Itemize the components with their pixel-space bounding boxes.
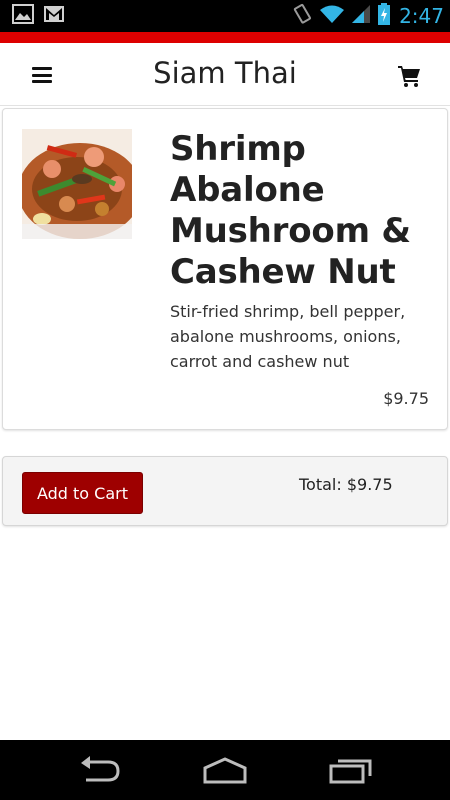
app-header: Siam Thai	[0, 43, 450, 106]
back-icon[interactable]	[78, 756, 122, 789]
cart-icon[interactable]	[398, 65, 422, 87]
battery-charging-icon	[377, 2, 391, 30]
menu-item-card: Shrimp Abalone Mushroom & Cashew Nut Sti…	[2, 108, 448, 430]
gallery-icon	[12, 3, 34, 29]
recent-apps-icon[interactable]	[328, 756, 374, 789]
status-bar: 2:47	[0, 0, 450, 32]
item-description: Stir-fried shrimp, bell pepper, abalone …	[170, 302, 406, 371]
cart-total: Total: $9.75	[299, 475, 393, 494]
item-price: $9.75	[383, 389, 429, 408]
vibrate-icon	[291, 3, 313, 30]
cart-panel: Add to Cart Total: $9.75	[2, 456, 448, 526]
restaurant-title: Siam Thai	[153, 56, 297, 90]
home-icon[interactable]	[201, 756, 249, 789]
system-nav-bar	[0, 740, 450, 800]
gmail-icon	[43, 5, 65, 28]
wifi-icon	[319, 4, 345, 29]
accent-bar	[0, 32, 450, 43]
signal-icon	[351, 4, 371, 29]
item-name: Shrimp Abalone Mushroom & Cashew Nut	[170, 129, 411, 292]
menu-icon[interactable]	[32, 67, 52, 83]
clock: 2:47	[399, 4, 444, 28]
food-image	[22, 129, 132, 239]
add-to-cart-button[interactable]: Add to Cart	[22, 472, 143, 514]
